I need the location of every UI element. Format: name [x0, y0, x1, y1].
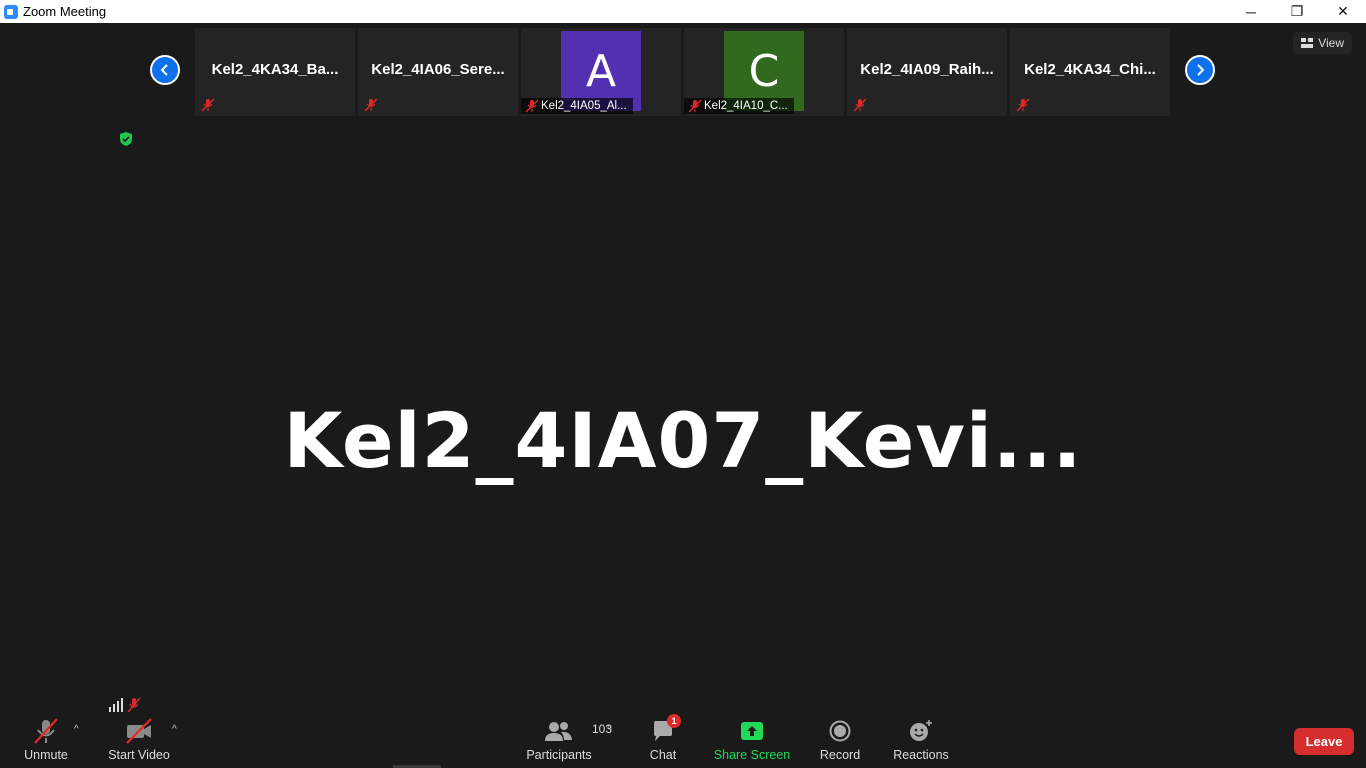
- participant-name: Kel2_4IA09_Raih...: [860, 61, 994, 78]
- window-controls: ─ ❐ ✕: [1228, 0, 1366, 23]
- participant-thumbnail[interactable]: C Kel2_4IA10_C...: [684, 28, 844, 116]
- chat-unread-badge: 1: [667, 714, 681, 728]
- reactions-button[interactable]: Reactions: [893, 716, 949, 762]
- view-button[interactable]: View: [1293, 32, 1352, 54]
- participant-name: Kel2_4IA06_Sere...: [371, 61, 505, 78]
- muted-mic-icon: [201, 98, 215, 112]
- record-label: Record: [819, 748, 861, 762]
- participant-thumbnail[interactable]: Kel2_4IA06_Sere...: [358, 28, 518, 116]
- video-options-caret[interactable]: ^: [172, 724, 177, 735]
- audio-options-caret[interactable]: ^: [74, 724, 79, 735]
- leave-button[interactable]: Leave: [1294, 728, 1354, 755]
- participant-name: Kel2_4IA05_Al...: [541, 100, 627, 112]
- participant-thumbnail[interactable]: Kel2_4KA34_Ba...: [195, 28, 355, 116]
- reactions-icon: [910, 720, 932, 741]
- video-off-icon: [126, 718, 152, 744]
- restore-button[interactable]: ❐: [1274, 0, 1320, 23]
- title-bar: Zoom Meeting ─ ❐ ✕: [0, 0, 1366, 23]
- muted-mic-icon: [364, 98, 378, 112]
- next-page-button[interactable]: [1185, 55, 1215, 85]
- previous-page-button[interactable]: [150, 55, 180, 85]
- start-video-label: Start Video: [108, 748, 170, 762]
- encryption-shield-icon[interactable]: [118, 131, 134, 147]
- participant-name: Kel2_4KA34_Chi...: [1024, 61, 1156, 78]
- view-button-label: View: [1318, 36, 1344, 50]
- participants-icon: [545, 722, 572, 741]
- participants-label: Participants: [526, 748, 592, 762]
- minimize-button[interactable]: ─: [1228, 0, 1274, 23]
- muted-mic-icon: [688, 99, 702, 113]
- reactions-label: Reactions: [893, 748, 949, 762]
- participants-options-caret[interactable]: ^: [607, 724, 612, 735]
- muted-mic-icon: [1016, 98, 1030, 112]
- close-button[interactable]: ✕: [1320, 0, 1366, 23]
- participant-name: Kel2_4IA10_C...: [704, 100, 788, 112]
- start-video-button[interactable]: Start Video: [108, 716, 170, 762]
- record-button[interactable]: Record: [820, 716, 860, 762]
- participant-name-label: Kel2_4IA05_Al...: [521, 98, 633, 114]
- participant-name-label: Kel2_4IA10_C...: [684, 98, 794, 114]
- muted-mic-icon: [853, 98, 867, 112]
- share-screen-button[interactable]: Share Screen: [713, 716, 791, 762]
- active-speaker-name: Kel2_4IA07_Kevi...: [283, 396, 1083, 485]
- chevron-right-icon: [1197, 64, 1205, 76]
- zoom-app-icon: [4, 4, 18, 19]
- chevron-left-icon: [160, 64, 168, 76]
- unmute-button[interactable]: Unmute: [24, 716, 68, 762]
- window-title: Zoom Meeting: [23, 4, 107, 19]
- muted-microphone-icon: [34, 718, 58, 744]
- grid-view-icon: [1301, 38, 1314, 48]
- share-screen-icon: [741, 722, 763, 740]
- participants-button[interactable]: 103 Participants: [526, 716, 612, 762]
- unmute-label: Unmute: [24, 748, 68, 762]
- participant-name: Kel2_4KA34_Ba...: [211, 61, 339, 78]
- network-signal-icon: [109, 697, 141, 713]
- share-screen-label: Share Screen: [713, 748, 791, 762]
- participant-thumbnail[interactable]: Kel2_4KA34_Chi...: [1010, 28, 1170, 116]
- chat-button[interactable]: 1 Chat: [647, 714, 681, 762]
- chat-label: Chat: [649, 748, 677, 762]
- muted-mic-icon: [525, 99, 539, 113]
- record-icon: [829, 720, 851, 742]
- participant-thumbnail[interactable]: A Kel2_4IA05_Al...: [521, 28, 681, 116]
- participant-thumbnail[interactable]: Kel2_4IA09_Raih...: [847, 28, 1007, 116]
